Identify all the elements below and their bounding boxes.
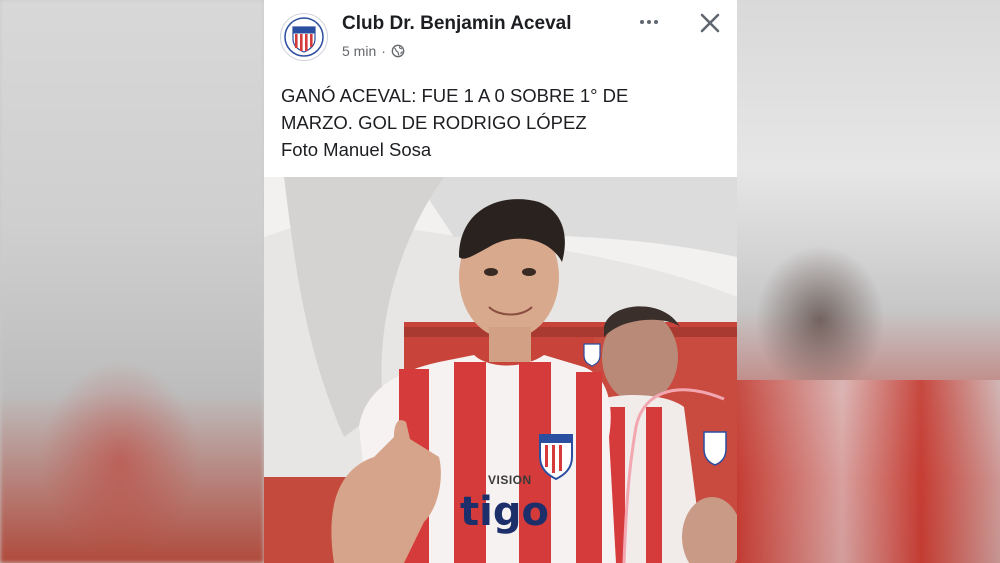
page-name-link[interactable]: Club Dr. Benjamin Aceval (342, 13, 571, 35)
more-options-icon[interactable] (634, 12, 664, 32)
post-timestamp[interactable]: 5 min (342, 43, 376, 59)
globe-icon[interactable] (391, 44, 405, 58)
blurred-background-left (0, 0, 264, 563)
post-meta: 5 min · (342, 43, 405, 59)
post-photo[interactable]: VISION tigo (264, 177, 737, 563)
post-text-line-2: MARZO. GOL DE RODRIGO LÓPEZ (281, 112, 587, 133)
post-header: Club Dr. Benjamin Aceval 5 min · (264, 0, 737, 80)
close-icon[interactable] (696, 9, 724, 37)
post-text-line-3: Foto Manuel Sosa (281, 139, 432, 160)
post-text: GANÓ ACEVAL: FUE 1 A 0 SOBRE 1° DE MARZO… (281, 82, 721, 163)
page-avatar[interactable] (280, 13, 328, 61)
blurred-background-right (737, 0, 1000, 563)
sponsor-tigo-logo: tigo (460, 489, 549, 535)
club-crest-icon (284, 17, 324, 57)
post-text-line-1: GANÓ ACEVAL: FUE 1 A 0 SOBRE 1° DE (281, 85, 629, 106)
meta-separator: · (381, 43, 386, 59)
sponsor-vision-label: VISION (488, 473, 532, 487)
facebook-post-card: Club Dr. Benjamin Aceval 5 min · GANÓ AC… (264, 0, 737, 563)
